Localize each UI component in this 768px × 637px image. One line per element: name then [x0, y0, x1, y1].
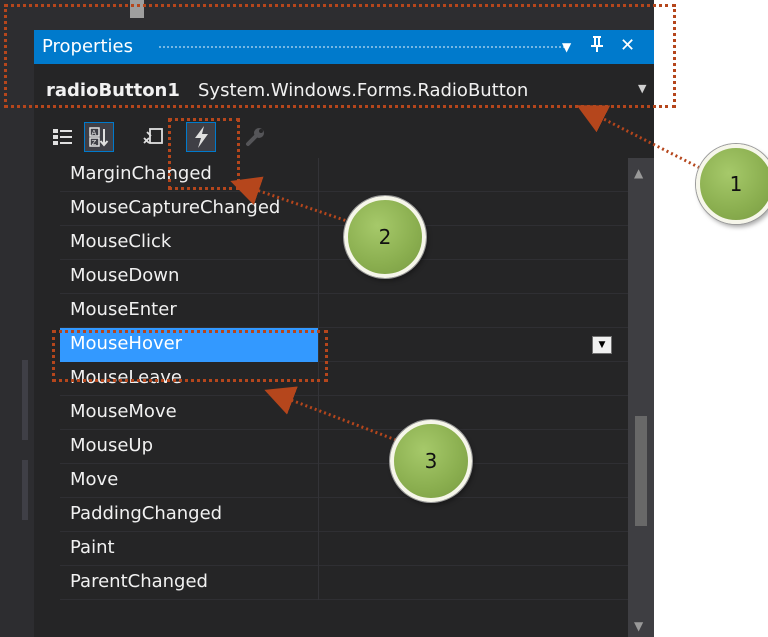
callout-2: 2	[344, 196, 426, 278]
callout-1: 1	[696, 144, 768, 224]
annotation-arrows	[230, 105, 705, 442]
callout-3: 3	[390, 420, 472, 502]
